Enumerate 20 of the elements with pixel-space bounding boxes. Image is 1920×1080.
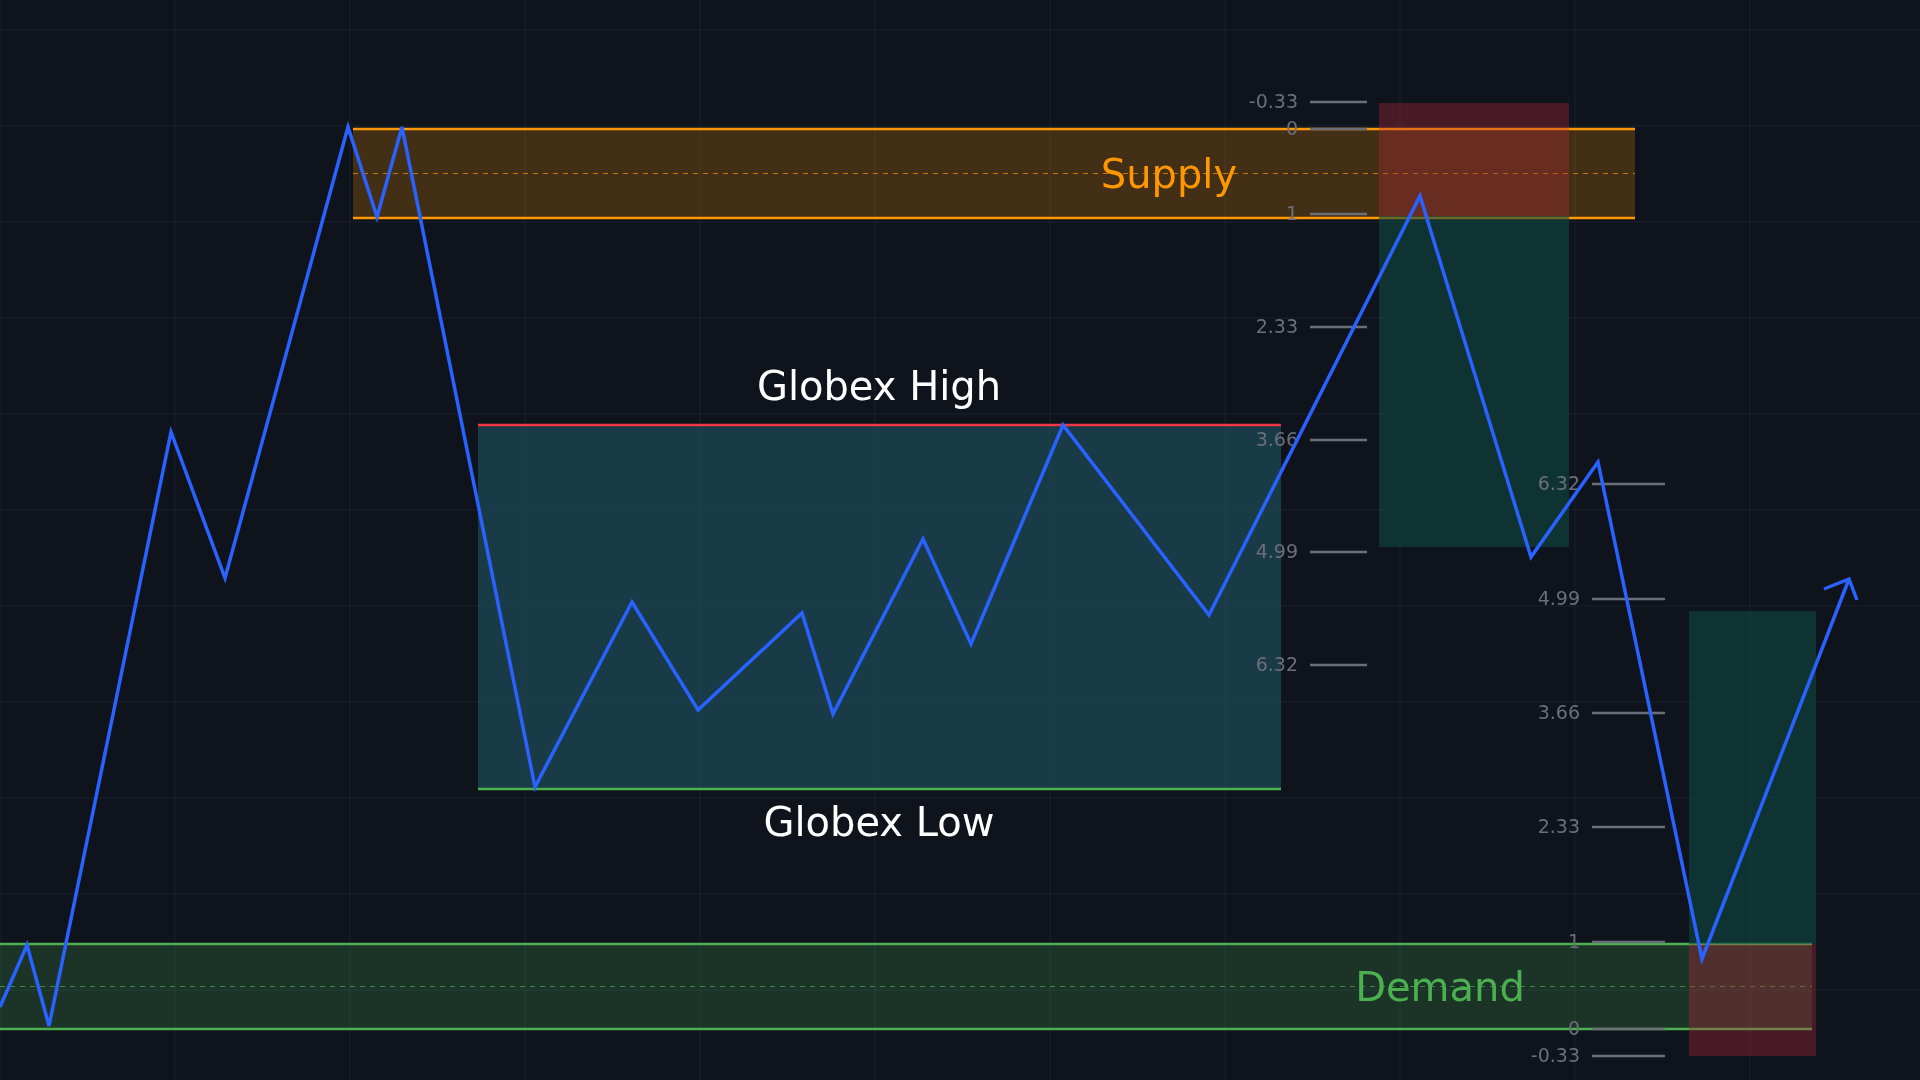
level-line — [1310, 127, 1367, 131]
level-line — [1310, 550, 1367, 554]
level-label: 2.33 — [1255, 315, 1298, 337]
range-low-label: Globex Low — [763, 799, 995, 845]
level-label: -0.33 — [1248, 90, 1298, 112]
level-label: 3.66 — [1537, 701, 1580, 723]
level-line — [1310, 100, 1367, 104]
level-label: -0.33 — [1530, 1044, 1580, 1066]
level-line — [1310, 663, 1367, 667]
level-label: 6.32 — [1537, 472, 1580, 494]
level-label: 4.99 — [1255, 540, 1298, 562]
level-line — [1310, 212, 1367, 216]
demand-label: Demand — [1355, 963, 1525, 1010]
level-line — [1310, 438, 1367, 442]
range-high-label: Globex High — [756, 363, 1002, 409]
level-label: 2.33 — [1537, 815, 1580, 837]
supply-label: Supply — [1100, 150, 1238, 197]
level-line — [1310, 325, 1367, 329]
level-label: 6.32 — [1255, 653, 1298, 675]
level-label: 4.99 — [1537, 587, 1580, 609]
